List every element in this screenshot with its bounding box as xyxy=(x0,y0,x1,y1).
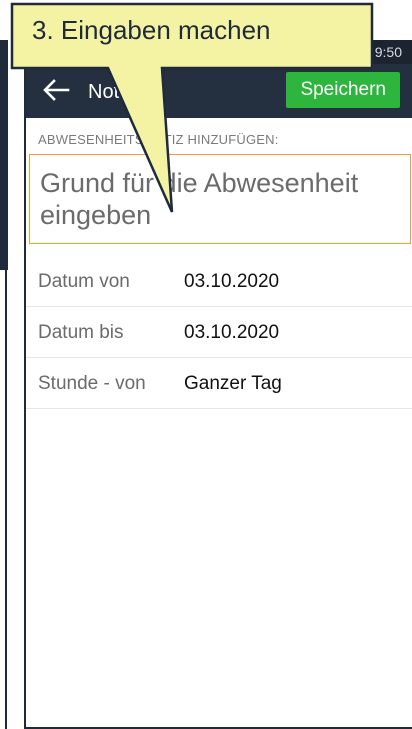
hour-from-row[interactable]: Stunde - von Ganzer Tag xyxy=(26,358,412,409)
back-arrow-icon[interactable] xyxy=(42,78,70,102)
row-label: Datum von xyxy=(38,271,130,292)
row-value: 03.10.2020 xyxy=(184,322,280,343)
row-value: Ganzer Tag xyxy=(184,373,282,394)
page-title: Notizier xyxy=(88,81,156,103)
page-edge-line xyxy=(5,270,7,729)
row-label: Datum bis xyxy=(38,322,124,343)
date-to-row[interactable]: Datum bis 03.10.2020 xyxy=(26,307,412,358)
app-bar: Notizier Speichern xyxy=(26,64,412,118)
page-edge xyxy=(0,40,24,729)
absence-note-input[interactable]: Grund für die Abwesenheit eingeben xyxy=(29,154,411,244)
section-label: ABWESENHEITSNOTIZ HINZUFÜGEN: xyxy=(38,132,279,147)
row-value: 03.10.2020 xyxy=(184,271,280,292)
page-edge-bar xyxy=(0,40,8,270)
phone-screen: 9:50 Notizier Speichern ABWESENHEITSNOTI… xyxy=(24,40,412,729)
detail-rows: Datum von 03.10.2020 Datum bis 03.10.202… xyxy=(26,256,412,409)
callout-text: 3. Eingaben machen xyxy=(32,15,271,45)
save-button[interactable]: Speichern xyxy=(286,72,400,108)
row-label: Stunde - von xyxy=(38,373,146,394)
date-from-row[interactable]: Datum von 03.10.2020 xyxy=(26,256,412,307)
status-time: 9:50 xyxy=(374,44,402,60)
